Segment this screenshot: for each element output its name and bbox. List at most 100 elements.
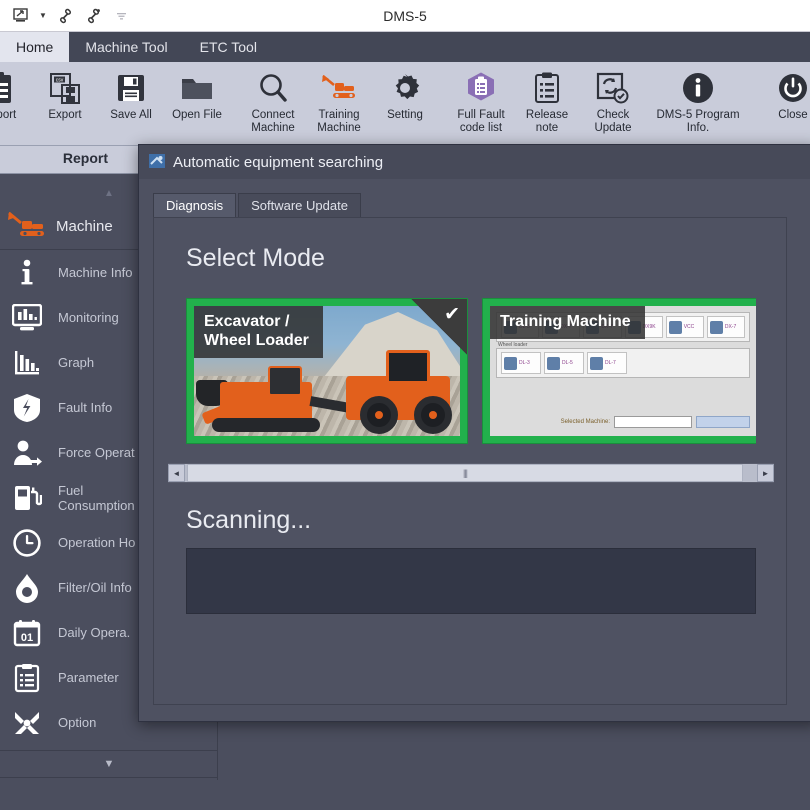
check-icon: ✔	[444, 304, 460, 325]
ribbon-label-check-update: Check Update	[594, 109, 632, 134]
broken-shield-icon	[10, 393, 44, 423]
mode-card-excavator-wheel-loader[interactable]: Excavator / Wheel Loader ✔	[186, 298, 468, 444]
ribbon-label-open-file: Open File	[172, 109, 222, 121]
sidebar-label-daily-operation: Daily Opera.	[58, 625, 131, 640]
power-icon	[777, 67, 809, 109]
sidebar-label-option: Option	[58, 715, 97, 730]
thumb-tile: DL-7	[587, 352, 627, 374]
loader-rear-wheel-shape	[360, 396, 398, 434]
tab-software-update[interactable]: Software Update	[238, 193, 361, 218]
machine-glyph-icon	[668, 320, 682, 334]
machine-glyph-icon	[504, 356, 517, 370]
thumb-tile: DL-3	[501, 352, 541, 374]
release-note-icon	[533, 67, 561, 109]
ribbon-label-setting: Setting	[387, 109, 423, 121]
tools-icon	[10, 709, 44, 737]
mode-card-list: Excavator / Wheel Loader ✔ DL-3 DX-7 DX-…	[186, 298, 756, 444]
ribbon-toolbar: Report csv Export Save	[0, 62, 810, 146]
ribbon-button-check-update[interactable]: Check Update	[580, 62, 646, 144]
floppy-disk-icon	[115, 67, 147, 109]
sidebar-scroll-down-button[interactable]: ▼	[0, 750, 218, 778]
sidebar-label-fuel-consumption: Fuel Consumption	[58, 482, 135, 513]
scrollbar-thumb[interactable]: |||	[187, 464, 743, 482]
ribbon-button-close[interactable]: Close	[760, 62, 810, 144]
mode-card-training-machine[interactable]: DL-3 DX-7 DX-7 DX9K VCC DX-7 Wheel loade…	[482, 298, 756, 444]
automatic-equipment-searching-dialog: Automatic equipment searching Diagnosis …	[138, 144, 810, 722]
thumb-tile-label: DX-7	[724, 324, 737, 330]
dialog-tab-strip: Diagnosis Software Update	[153, 191, 810, 218]
export-csv-icon: csv	[49, 67, 81, 109]
machine-glyph-icon	[547, 356, 560, 370]
mode-card-caption-excavator: Excavator / Wheel Loader	[194, 306, 323, 358]
ribbon-button-release-note[interactable]: Release note	[514, 62, 580, 144]
ribbon-button-export[interactable]: csv Export	[32, 62, 98, 144]
folder-icon	[180, 67, 214, 109]
fault-list-icon	[464, 67, 498, 109]
ribbon-button-report[interactable]: Report	[0, 62, 32, 144]
window-title: DMS-5	[383, 7, 427, 24]
scanning-status: Scanning...	[186, 506, 312, 534]
excavator-cab-shape	[268, 366, 302, 396]
sidebar-label-parameter: Parameter	[58, 670, 119, 685]
loader-front-wheel-shape	[414, 396, 452, 434]
person-arrow-icon	[10, 439, 44, 467]
tab-diagnosis[interactable]: Diagnosis	[153, 193, 237, 218]
scrollbar-grip-icon: |||	[462, 468, 468, 478]
bar-graph-icon	[10, 349, 44, 377]
monitor-chart-icon	[10, 303, 44, 332]
loader-cab-shape	[386, 350, 430, 384]
tab-etc-tool[interactable]: ETC Tool	[184, 32, 273, 62]
machine-glyph-icon	[709, 320, 723, 334]
oil-drop-icon	[10, 573, 44, 603]
panel-title: Select Mode	[186, 244, 325, 272]
ribbon-button-setting[interactable]: Setting	[372, 62, 438, 144]
dialog-panel: Select Mode Excavator / Wheel Loader ✔ D…	[153, 217, 787, 705]
ribbon-label-export: Export	[48, 109, 82, 121]
panel-scroll-up-icon[interactable]: ▲	[104, 188, 114, 199]
ribbon-label-connect-machine: Connect Machine	[251, 109, 295, 134]
ribbon-button-training-machine[interactable]: Training Machine	[306, 62, 372, 144]
ribbon-label-dms5-program-info: DMS-5 Program Info.	[656, 109, 740, 134]
scan-results-box	[186, 548, 756, 614]
sidebar-label-machine-info: Machine Info	[58, 265, 133, 280]
ribbon-button-connect-machine[interactable]: Connect Machine	[240, 62, 306, 144]
ribbon-button-save-all[interactable]: Save All	[98, 62, 164, 144]
thumb-tile: DX-7	[706, 316, 746, 338]
ribbon-label-report: Report	[0, 109, 17, 121]
ribbon-tab-strip: Home Machine Tool ETC Tool	[0, 32, 810, 62]
excavator-icon	[6, 210, 46, 243]
chevron-down-icon: ▼	[103, 758, 115, 770]
scroll-left-arrow-icon[interactable]: ◄	[168, 464, 185, 482]
ribbon-button-dms5-program-info[interactable]: DMS-5 Program Info.	[646, 62, 750, 144]
dialog-title: Automatic equipment searching	[173, 153, 384, 171]
svg-text:01: 01	[21, 632, 33, 644]
scroll-right-arrow-icon[interactable]: ►	[757, 464, 774, 482]
thumb-tile-label: VCC	[683, 324, 695, 330]
ribbon-label-release-note: Release note	[525, 109, 569, 134]
report-strip-label: Report	[62, 150, 108, 166]
thumb-tile-row-2: DL-3 DL-5 DL-7	[496, 348, 750, 378]
sidebar-header-label: Machine	[56, 218, 113, 235]
thumb-tile: VCC	[665, 316, 704, 338]
tab-machine-tool[interactable]: Machine Tool	[69, 32, 183, 62]
ribbon-button-full-fault-code-list[interactable]: Full Fault code list	[448, 62, 514, 144]
thumb-selected-machine-label: Selected Machine:	[560, 419, 610, 425]
clipboard-list-icon	[10, 663, 44, 693]
training-machine-thumbnail: DL-3 DX-7 DX-7 DX9K VCC DX-7 Wheel loade…	[490, 306, 756, 436]
cards-horizontal-scrollbar[interactable]: ◄ ||| ►	[168, 463, 774, 483]
excavator-track-shape	[212, 418, 320, 432]
thumb-tile-label: DL-7	[605, 360, 616, 366]
sidebar-label-graph: Graph	[58, 355, 95, 370]
ribbon-button-open-file[interactable]: Open File	[164, 62, 230, 144]
info-icon	[681, 67, 715, 109]
tab-home[interactable]: Home	[0, 32, 70, 62]
fuel-pump-icon	[10, 483, 44, 513]
sidebar-label-monitoring: Monitoring	[58, 310, 119, 325]
sidebar-label-force-operation: Force Operat	[58, 445, 135, 460]
thumb-ok-button	[696, 416, 750, 428]
scrollbar-track[interactable]: |||	[185, 464, 757, 482]
clock-icon	[10, 528, 44, 557]
mode-card-caption-training: Training Machine	[490, 306, 645, 339]
ribbon-label-training-machine: Training Machine	[317, 109, 361, 134]
ribbon-label-close: Close	[778, 109, 808, 121]
